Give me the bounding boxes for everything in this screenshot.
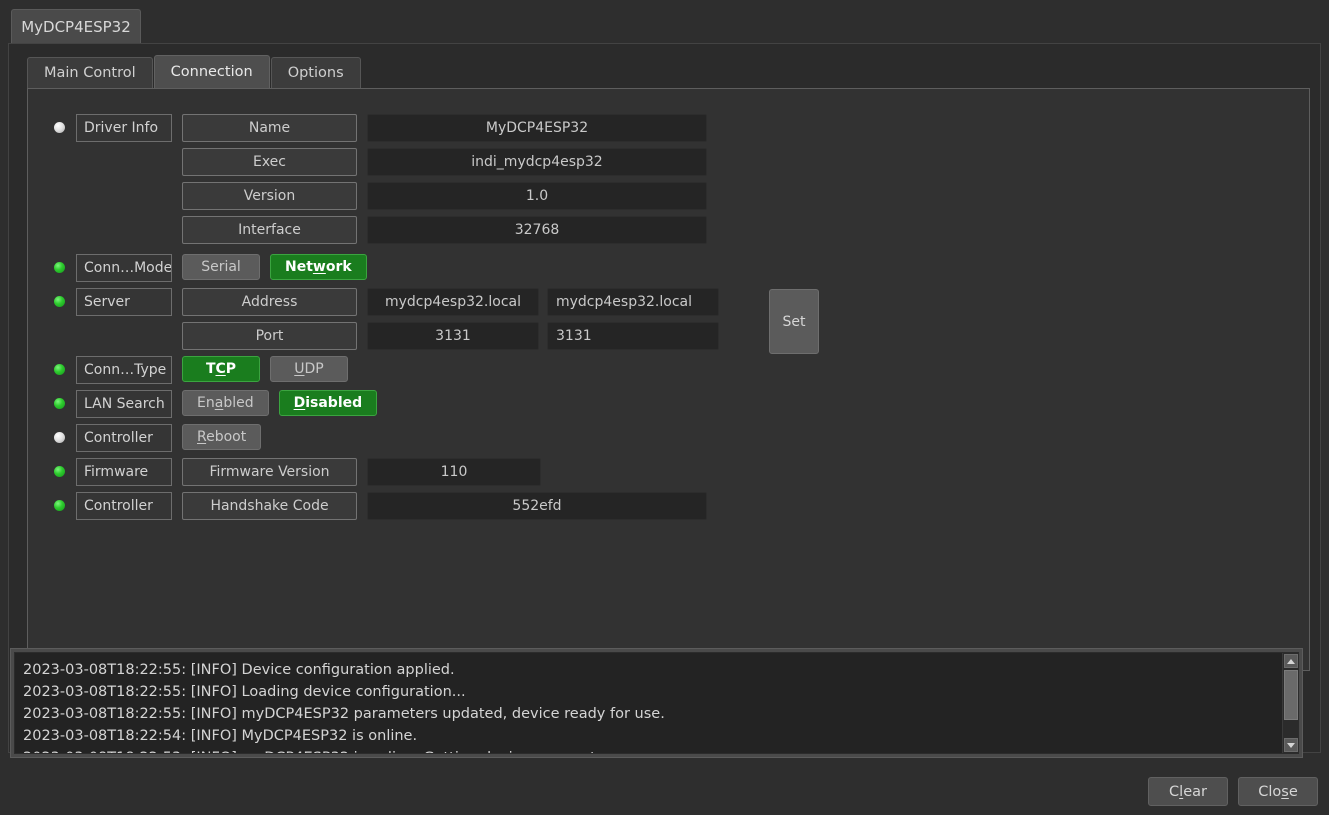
device-tab-label: MyDCP4ESP32 [21, 18, 131, 36]
log-lines: 2023-03-08T18:22:55: [INFO] Device confi… [23, 659, 1278, 753]
controller-reboot-button[interactable]: Reboot [182, 424, 262, 450]
server-set-label: Set [782, 313, 806, 330]
driver-info-interface-value: 32768 [367, 216, 707, 244]
handshake-code-label: Handshake Code [182, 492, 357, 520]
server-address-line: Address mydcp4esp32.local mydcp4esp32.lo… [172, 288, 719, 316]
handshake-label: Controller [76, 492, 172, 520]
row-handshake: Controller Handshake Code 552efd [54, 492, 719, 520]
log-line: 2023-03-08T18:22:55: [INFO] Loading devi… [23, 684, 466, 700]
firmware-version-value: 110 [367, 458, 541, 486]
row-controller-reboot: Controller Reboot [54, 424, 719, 452]
controller-reboot-led-icon [54, 432, 65, 443]
driver-info-exec-line: Exec indi_mydcp4esp32 [172, 148, 707, 176]
connection-type-tcp-label: TCP [205, 361, 237, 377]
close-button-label: Close [1258, 783, 1298, 800]
server-fields: Address mydcp4esp32.local mydcp4esp32.lo… [172, 288, 719, 350]
firmware-led-icon [54, 466, 65, 477]
tab-options[interactable]: Options [270, 57, 361, 88]
scrollbar-thumb[interactable] [1284, 670, 1298, 720]
log-scrollbar[interactable] [1282, 653, 1298, 753]
connection-type-label: Conn…Type [76, 356, 172, 384]
row-driver-info: Driver Info Name MyDCP4ESP32 Exec indi_m… [54, 114, 719, 244]
driver-info-fields: Name MyDCP4ESP32 Exec indi_mydcp4esp32 V… [172, 114, 707, 244]
lan-search-disabled-button[interactable]: Disabled [278, 390, 378, 416]
connection-type-udp-label: UDP [294, 361, 324, 377]
log-line: 2023-03-08T18:22:55: [INFO] Device confi… [23, 662, 455, 678]
server-port-input[interactable]: 3131 [547, 322, 719, 350]
driver-info-interface-label: Interface [182, 216, 357, 244]
close-button[interactable]: Close [1238, 777, 1318, 806]
lan-search-disabled-label: Disabled [293, 395, 363, 411]
dialog-button-bar: Clear Close [0, 762, 1329, 815]
log-line: 2023-03-08T18:22:55: [INFO] myDCP4ESP32 … [23, 706, 665, 722]
log-text-area[interactable]: 2023-03-08T18:22:55: [INFO] Device confi… [14, 652, 1299, 754]
row-connection-type: Conn…Type TCP UDP [54, 356, 719, 384]
tab-main-control[interactable]: Main Control [27, 57, 153, 88]
firmware-version-label: Firmware Version [182, 458, 357, 486]
tab-main-control-label: Main Control [44, 65, 136, 81]
lan-search-label: LAN Search [76, 390, 172, 418]
driver-info-interface-line: Interface 32768 [172, 216, 707, 244]
property-rows: Driver Info Name MyDCP4ESP32 Exec indi_m… [54, 114, 819, 526]
controller-reboot-button-label: Reboot [197, 429, 247, 445]
tab-connection[interactable]: Connection [153, 55, 270, 88]
server-address-value: mydcp4esp32.local [367, 288, 539, 316]
tab-strip: Main Control Connection Options [27, 55, 362, 88]
lan-search-led-icon [54, 398, 65, 409]
driver-info-led-icon [54, 122, 65, 133]
row-lan-search: LAN Search Enabled Disabled [54, 390, 719, 418]
driver-info-version-value: 1.0 [367, 182, 707, 210]
clear-button-label: Clear [1169, 783, 1207, 800]
connection-mode-serial-label: Serial [201, 259, 241, 275]
log-panel: 2023-03-08T18:22:55: [INFO] Device confi… [10, 648, 1303, 758]
server-address-input[interactable]: mydcp4esp32.local [547, 288, 719, 316]
controller-reboot-label: Controller [76, 424, 172, 452]
connection-mode-serial-button[interactable]: Serial [182, 254, 260, 280]
server-port-line: Port 3131 3131 [172, 322, 719, 350]
firmware-label: Firmware [76, 458, 172, 486]
server-port-label: Port [182, 322, 357, 350]
lan-search-enabled-button[interactable]: Enabled [182, 390, 269, 416]
chevron-up-icon [1287, 658, 1295, 664]
driver-info-name-label: Name [182, 114, 357, 142]
driver-info-name-line: Name MyDCP4ESP32 [172, 114, 707, 142]
lan-search-enabled-label: Enabled [197, 395, 254, 411]
connection-type-led-icon [54, 364, 65, 375]
driver-info-version-label: Version [182, 182, 357, 210]
tab-options-label: Options [287, 65, 344, 81]
tab-connection-label: Connection [170, 64, 253, 80]
scroll-up-button[interactable] [1284, 654, 1298, 668]
driver-info-exec-label: Exec [182, 148, 357, 176]
server-port-value: 3131 [367, 322, 539, 350]
connection-mode-network-button[interactable]: Network [270, 254, 367, 280]
handshake-code-value: 552efd [367, 492, 707, 520]
connection-type-tcp-button[interactable]: TCP [182, 356, 260, 382]
server-label: Server [76, 288, 172, 316]
chevron-down-icon [1287, 742, 1295, 748]
device-tab-mydcp4esp32[interactable]: MyDCP4ESP32 [11, 9, 141, 44]
server-led-icon [54, 296, 65, 307]
log-line: 2023-03-08T18:22:54: [INFO] MyDCP4ESP32 … [23, 728, 418, 744]
row-server: Server Address mydcp4esp32.local mydcp4e… [54, 288, 819, 354]
connection-type-udp-button[interactable]: UDP [270, 356, 348, 382]
driver-info-version-line: Version 1.0 [172, 182, 707, 210]
driver-info-name-value: MyDCP4ESP32 [367, 114, 707, 142]
driver-info-exec-value: indi_mydcp4esp32 [367, 148, 707, 176]
row-firmware: Firmware Firmware Version 110 [54, 458, 719, 486]
connection-mode-network-label: Network [285, 259, 352, 275]
tab-widget: Main Control Connection Options Driver I… [13, 47, 1316, 681]
driver-info-label: Driver Info [76, 114, 172, 142]
scroll-down-button[interactable] [1284, 738, 1298, 752]
device-tab-bar: MyDCP4ESP32 [0, 0, 1329, 44]
device-window-frame: Main Control Connection Options Driver I… [8, 43, 1321, 753]
connection-mode-label: Conn…Mode [76, 254, 172, 282]
clear-button[interactable]: Clear [1148, 777, 1228, 806]
server-address-label: Address [182, 288, 357, 316]
handshake-led-icon [54, 500, 65, 511]
log-line: 2023-03-08T18:22:53: [INFO] myDCP4ESP32 … [23, 747, 1278, 753]
server-set-button[interactable]: Set [769, 289, 819, 354]
connection-panel: Driver Info Name MyDCP4ESP32 Exec indi_m… [27, 88, 1310, 671]
row-connection-mode: Conn…Mode Serial Network [54, 254, 719, 282]
connection-mode-led-icon [54, 262, 65, 273]
